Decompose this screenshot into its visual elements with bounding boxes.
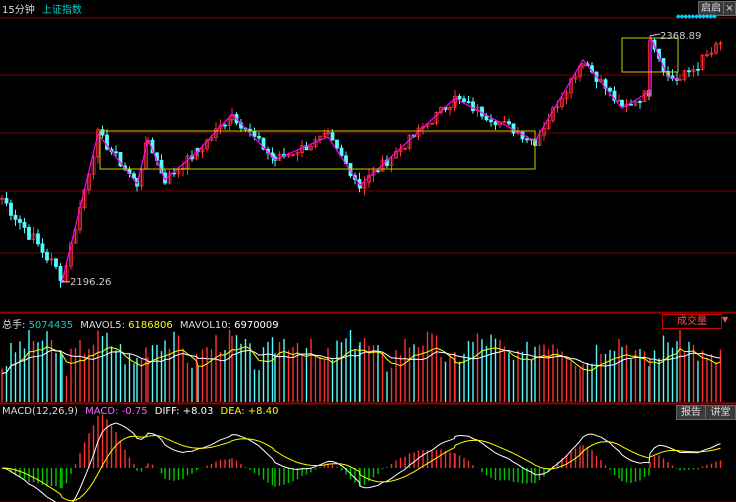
candle-body (457, 95, 462, 100)
candle-body (507, 121, 511, 125)
macd-panel (1, 414, 722, 502)
price-panel (0, 33, 723, 288)
candle-body (525, 138, 529, 141)
candle-body (484, 115, 489, 121)
mavol10-label: MAVOL10: (179, 320, 231, 331)
candle-body (4, 197, 9, 204)
lecture-button[interactable]: 讲堂 (705, 405, 736, 420)
period-label[interactable]: 15分钟 (2, 5, 35, 16)
candle-body (223, 124, 227, 127)
mavol5-value: 6186806 (128, 320, 173, 331)
candle-body (471, 101, 475, 112)
candle-body (330, 132, 335, 141)
index-name: 上证指数 (41, 5, 82, 16)
candle-body (36, 233, 40, 245)
macd-label: MACD: (85, 406, 119, 417)
candle-body (114, 151, 118, 154)
candle-body (608, 87, 612, 92)
dea-label: DEA: (220, 406, 245, 417)
period-selector[interactable]: ◆◆◆◆◆◆◆◆◆◆◆ (676, 13, 717, 20)
candle-body (466, 101, 471, 103)
candle-body (376, 170, 380, 172)
report-button[interactable]: 报告 (676, 405, 706, 420)
candle-body (54, 258, 58, 267)
diff-line (1, 422, 721, 502)
mavol10-line (1, 349, 721, 374)
candle-body (18, 219, 22, 223)
candle-body (696, 68, 700, 71)
grid-lines (0, 17, 736, 502)
chart-header: 15分钟 上证指数 (2, 1, 82, 16)
candle-body (252, 130, 257, 137)
close-button[interactable]: × (723, 1, 736, 16)
macd-value: -0.75 (121, 406, 148, 417)
diff-value: +8.03 (182, 406, 214, 417)
mavol5-label: MAVOL5: (80, 320, 125, 331)
stock-chart[interactable]: 2368.89 2196.26 (0, 0, 736, 502)
candle-body (629, 103, 633, 106)
candle-body (45, 251, 49, 261)
total-volume-value: 5074435 (28, 320, 74, 331)
candle-body (687, 70, 691, 73)
candle-body (257, 136, 261, 139)
macd-name: MACD(12,26,9) (2, 406, 78, 417)
high-price-label: 2368.89 (660, 31, 701, 42)
candle-body (620, 99, 624, 107)
candle-body (9, 202, 13, 216)
mavol10-value: 6970009 (234, 320, 279, 331)
zigzag-line (61, 35, 681, 282)
candle-body (335, 139, 339, 149)
candle-body (13, 214, 18, 220)
volume-panel (1, 330, 722, 402)
chevron-down-icon[interactable]: ▼ (722, 315, 728, 324)
mavol5-line (1, 346, 721, 374)
low-price-label: 2196.26 (70, 277, 111, 288)
macd-header: MACD(12,26,9) MACD: -0.75 DIFF: +8.03 DE… (2, 406, 278, 417)
total-volume-label: 总手: (2, 320, 26, 331)
candle-body (462, 98, 466, 102)
candle-body (40, 243, 45, 253)
candle-body (22, 222, 27, 228)
candle-body (132, 173, 136, 179)
diff-label: DIFF: (154, 406, 180, 417)
consolidation-box (99, 130, 536, 170)
candle-body (489, 119, 493, 123)
high-marker (649, 33, 661, 37)
candle-body (493, 121, 498, 126)
dea-value: +8.40 (247, 406, 279, 417)
candle-body (100, 129, 105, 136)
candle-body (638, 101, 642, 103)
candle-body (358, 185, 362, 189)
indicator-selector[interactable]: 成交量 (662, 314, 722, 329)
candle-body (27, 227, 31, 240)
volume-header: 总手: 5074435 MAVOL5: 6186806 MAVOL10: 697… (2, 316, 279, 331)
